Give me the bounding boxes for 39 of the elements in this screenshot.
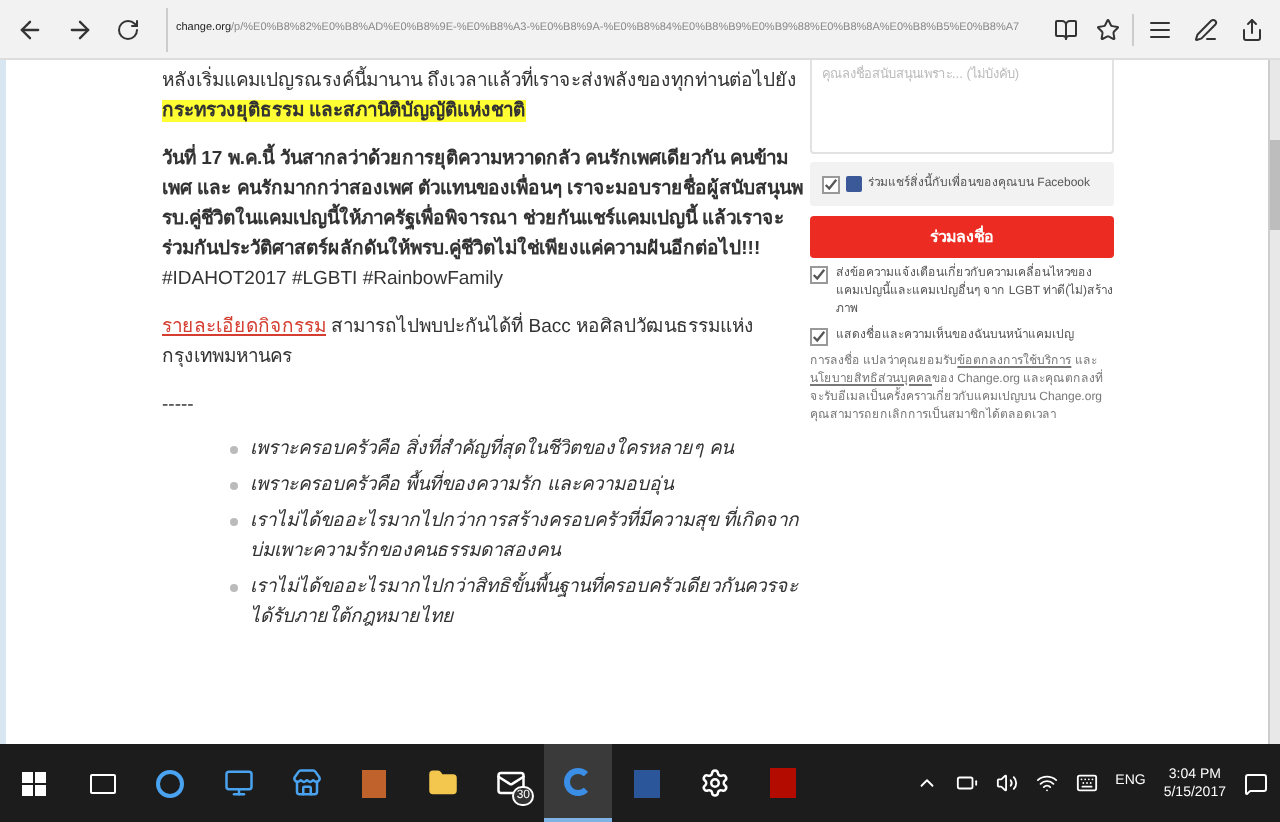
bullet-text: เพราะครอบครัวคือ สิ่งที่สำคัญที่สุดในชีวิตของใครหลายๆ คน bbox=[250, 434, 733, 464]
sign-button[interactable]: ร่วมลงชื่อ bbox=[810, 216, 1114, 258]
store-icon bbox=[291, 768, 321, 798]
bullet-text: เพราะครอบครัวคือ พื้นที่ของความรัก และความอบอุ่น bbox=[250, 470, 673, 500]
bullet-icon bbox=[230, 584, 238, 592]
hub-icon[interactable] bbox=[1148, 17, 1172, 41]
checkbox[interactable] bbox=[822, 175, 840, 193]
facebook-icon bbox=[846, 176, 862, 192]
bullet-text: เราไม่ได้ขออะไรมากไปกว่าสิทธิขั้นพื้นฐานที่ครอบครัวเดียวกันควรจะได้รับภายใต้กฎหมายไทย bbox=[250, 572, 801, 632]
volume-icon[interactable] bbox=[995, 772, 1018, 794]
back-icon[interactable] bbox=[16, 15, 44, 43]
refresh-icon[interactable] bbox=[116, 17, 140, 41]
monitor-icon bbox=[223, 768, 253, 798]
bullet-text: เราไม่ได้ขออะไรมากไปกว่าการสร้างครอบครัวที่มีความสุข ที่เกิดจากบ่มเพาะความรักของคนธรรมดาสองคน bbox=[250, 506, 802, 566]
bullet-icon bbox=[230, 518, 238, 526]
article-paragraph: หลังเริ่มแคมเปญรณรงค์นี้มานาน ถึงเวลาแล้วที่เราจะส่งพลังของทุกท่านต่อไปยัง กระทรวงยุติธรรม และสภานิติบัญญัติแห่งชาติ bbox=[162, 66, 800, 126]
reading-view-icon[interactable] bbox=[1054, 17, 1078, 41]
article-paragraph: รายละเอียดกิจกรรม สามารถไปพบปะกันได้ที่ Bacc หอศิลปวัฒนธรรมแห่งกรุงเทพมหานคร bbox=[162, 312, 757, 372]
action-center-icon[interactable] bbox=[1244, 771, 1268, 795]
article-paragraph: วันที่ 17 พ.ค.นี้ วันสากลว่าด้วยการยุติความหวาดกลัว คนรักเพศเดียวกัน คนข้ามเพศ และ คนรักมากกว่าสองเพศ ตัวแทนของเพื่อนๆ เราจะมอบรายชื่อผู้สนับสนุนพรบ.คู่ชีวิตในแคมเปญนี้ให้ภาครัฐเพื่อพิจารณา ช่วยกันแชร์แคมเปญนี้ แล้วเราจะร่วมกันประวัติศาสตร์ผลักดันให้พรบ.คู่ชีวิตไม่ใช่เพียงแค่ความฝันอีกต่อไป!!! #IDAHOT2017 #LGBTI #RainbowFamily bbox=[162, 144, 806, 294]
share-icon[interactable] bbox=[1240, 17, 1264, 41]
pen-icon[interactable] bbox=[1194, 17, 1218, 41]
keyboard-icon[interactable] bbox=[1075, 772, 1098, 794]
forward-icon[interactable] bbox=[66, 15, 94, 43]
scrollbar[interactable] bbox=[1268, 60, 1280, 744]
checkbox[interactable] bbox=[810, 266, 828, 284]
battery-icon[interactable] bbox=[955, 772, 978, 794]
favorite-icon[interactable] bbox=[1096, 17, 1120, 41]
network-icon[interactable] bbox=[1035, 772, 1058, 794]
bullet-icon bbox=[230, 446, 238, 454]
settings-icon bbox=[699, 768, 729, 798]
checkbox[interactable] bbox=[810, 328, 828, 346]
article-paragraph: ----- bbox=[162, 392, 196, 420]
folder-icon bbox=[427, 768, 457, 798]
bullet-icon bbox=[230, 482, 238, 490]
scrollbar-thumb[interactable] bbox=[1270, 140, 1280, 230]
event-details-link[interactable]: รายละเอียดกิจกรรม bbox=[162, 316, 326, 338]
task-view-icon bbox=[89, 773, 115, 793]
windows-logo-icon bbox=[22, 771, 46, 795]
